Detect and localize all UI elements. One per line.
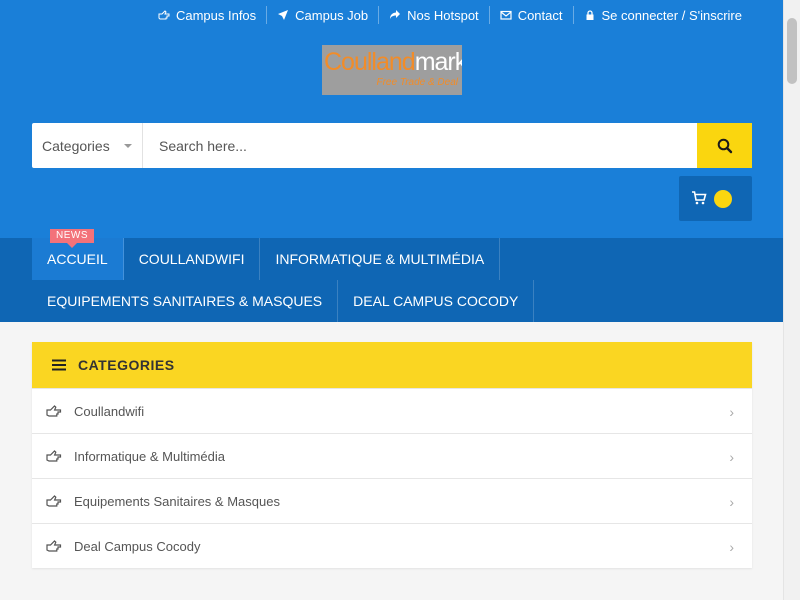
chevron-right-icon: ›: [729, 494, 734, 510]
cart-icon: [692, 191, 707, 205]
topnav-label: Campus Infos: [175, 7, 257, 23]
category-label: Coullandwifi: [74, 403, 145, 419]
hand-pointing-icon: [46, 540, 62, 552]
search-icon: [717, 138, 732, 153]
send-arrow-icon: [278, 10, 289, 20]
main-nav-row: Accueil Coullandwifi Informatique & Mult…: [32, 238, 501, 280]
page-scrollbar[interactable]: [783, 0, 800, 600]
search-button[interactable]: [697, 123, 752, 168]
hand-pointing-icon: [158, 10, 170, 20]
nav-item-informatique[interactable]: Informatique & Multimédia: [260, 238, 501, 280]
categories-panel: CATEGORIES Coullandwifi › Informatique &…: [32, 342, 752, 568]
main-nav: Accueil Coullandwifi Informatique & Mult…: [0, 238, 783, 322]
search-input[interactable]: [143, 123, 697, 168]
caret-down-icon: [124, 144, 132, 148]
hand-pointing-icon: [46, 450, 62, 462]
topnav-label: Contact: [517, 7, 563, 23]
category-item[interactable]: Coullandwifi ›: [32, 388, 752, 433]
news-badge: NEWS: [50, 229, 94, 248]
topnav-login[interactable]: Se connecter / S'inscrire: [572, 6, 753, 24]
list-icon: [52, 359, 66, 371]
topnav-label: Nos Hotspot: [407, 7, 479, 23]
topnav-contact[interactable]: Contact: [488, 6, 573, 24]
categories-header: CATEGORIES: [32, 342, 752, 388]
chevron-right-icon: ›: [729, 449, 734, 465]
main-nav-row: Equipements Sanitaires & Masques Deal Ca…: [32, 280, 535, 322]
topnav-campus-job[interactable]: Campus Job: [266, 6, 378, 24]
lock-icon: [586, 10, 593, 20]
categories-title: CATEGORIES: [78, 357, 175, 373]
category-item[interactable]: Deal Campus Cocody ›: [32, 523, 752, 568]
topnav-label: Se connecter / S'inscrire: [601, 7, 743, 23]
category-item[interactable]: Equipements Sanitaires & Masques ›: [32, 478, 752, 523]
topnav-campus-infos[interactable]: Campus Infos: [148, 6, 266, 24]
topnav-label: Campus Job: [295, 7, 369, 23]
scrollbar-thumb[interactable]: [787, 18, 797, 84]
category-select[interactable]: Categories: [32, 123, 143, 168]
chevron-right-icon: ›: [729, 404, 734, 420]
search-bar: Categories: [32, 123, 752, 168]
nav-item-deal-campus[interactable]: Deal Campus Cocody: [338, 280, 535, 322]
logo-wordmark: Coullandmarket: [324, 48, 462, 76]
category-label: Informatique & Multimédia: [74, 448, 226, 464]
nav-item-coullandwifi[interactable]: Coullandwifi: [124, 238, 261, 280]
site-header: Campus Infos Campus Job Nos Hotspot Cont…: [0, 0, 783, 238]
nav-item-accueil[interactable]: Accueil: [32, 238, 124, 280]
logo-tagline: Free Trade & Deal: [376, 77, 458, 88]
hand-pointing-icon: [46, 405, 62, 417]
category-label: Equipements Sanitaires & Masques: [74, 493, 280, 509]
site-logo[interactable]: Coullandmarket Free Trade & Deal: [322, 45, 462, 95]
share-arrow-icon: [390, 10, 401, 19]
category-item[interactable]: Informatique & Multimédia ›: [32, 433, 752, 478]
category-select-value: Categories: [42, 137, 110, 154]
topnav-nos-hotspot[interactable]: Nos Hotspot: [378, 6, 489, 24]
envelope-icon: [500, 10, 512, 20]
top-nav: Campus Infos Campus Job Nos Hotspot Cont…: [148, 6, 752, 24]
chevron-right-icon: ›: [729, 539, 734, 555]
cart-count-badge: 0: [714, 190, 732, 208]
category-label: Deal Campus Cocody: [74, 538, 201, 554]
nav-item-equipements[interactable]: Equipements Sanitaires & Masques: [32, 280, 339, 322]
hand-pointing-icon: [46, 495, 62, 507]
